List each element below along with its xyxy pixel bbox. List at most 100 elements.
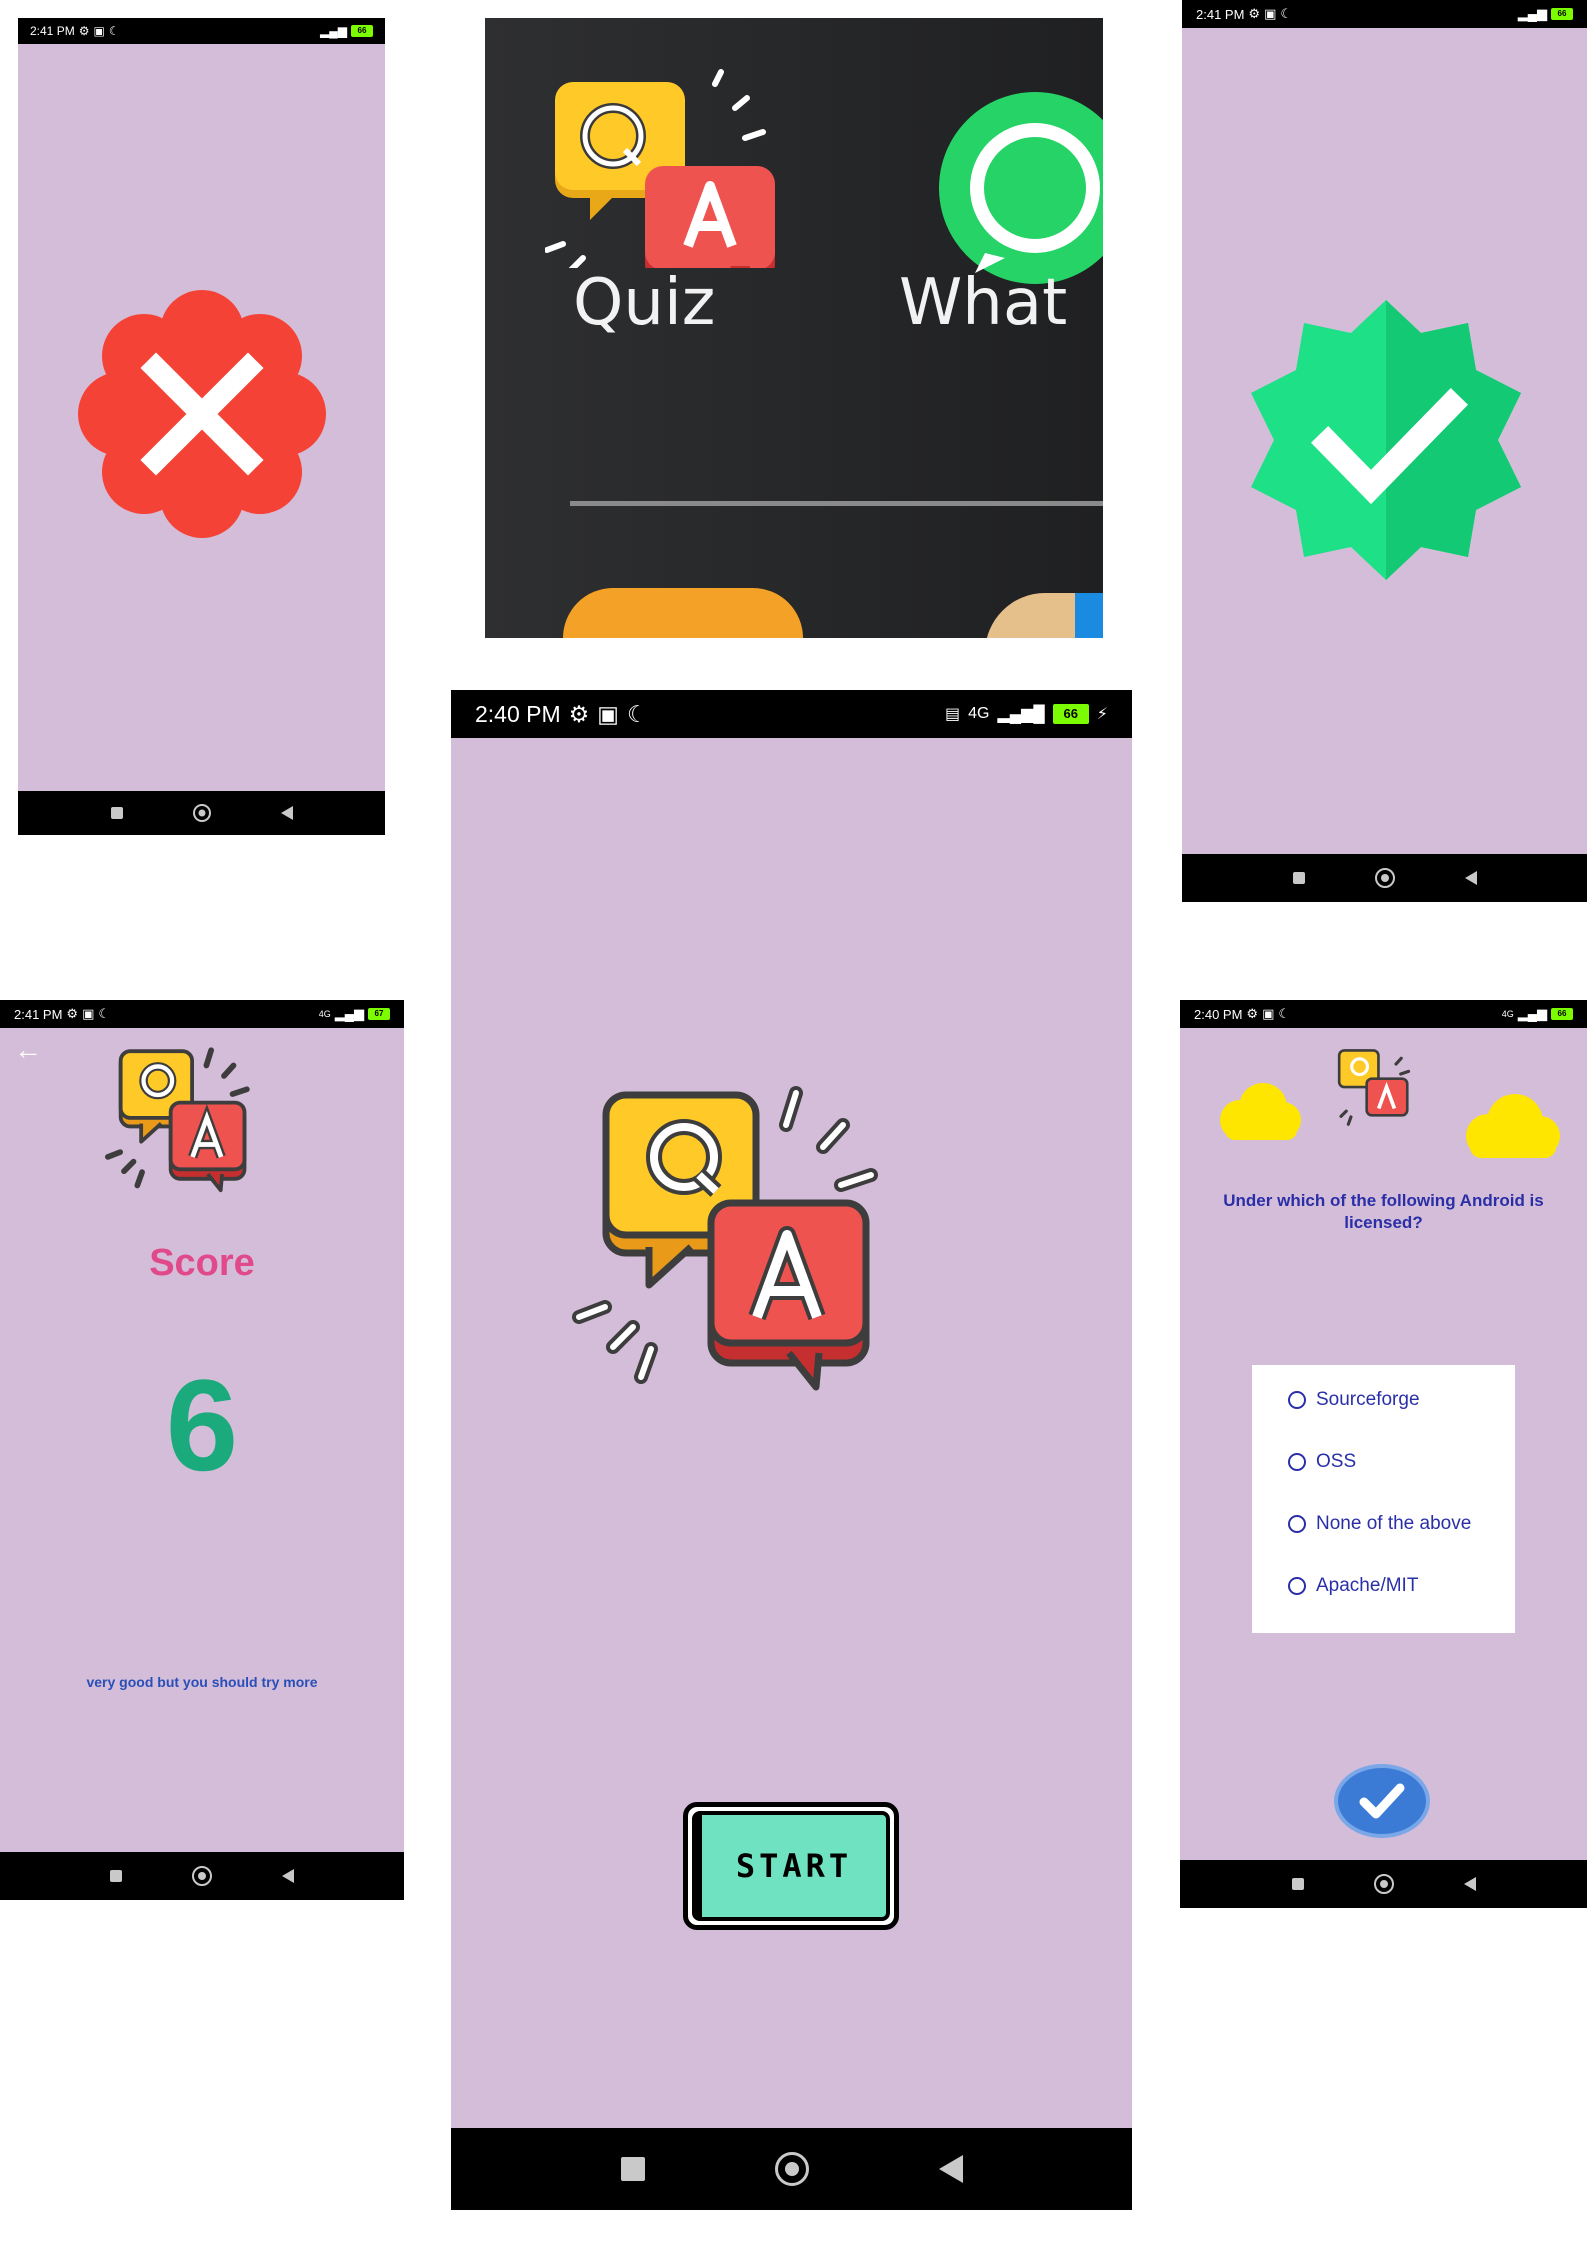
recent-apps-button[interactable]	[110, 807, 123, 819]
status-time: 2:40 PM	[475, 700, 561, 727]
wrong-answer-screen: 2:41 PM ⚙ ▣ ☾ ▂▄▆ 66	[18, 18, 385, 835]
question-screen: 2:40 PM ⚙ ▣ ☾ 4G ▂▄▆ 66 Under which of t…	[1180, 1000, 1587, 1908]
option-item[interactable]: Sourceforge	[1288, 1369, 1515, 1431]
status-time: 2:40 PM	[1194, 1006, 1243, 1022]
youtube-icon: ▣	[82, 1006, 95, 1021]
status-bar: 2:41 PM ⚙ ▣ ☾ ▂▄▆ 66	[1182, 0, 1587, 28]
radio-button[interactable]	[1288, 1577, 1306, 1595]
network-type: 4G	[968, 705, 990, 722]
check-submit-icon	[1359, 1783, 1405, 1819]
volte-icon: ▤	[945, 706, 961, 723]
cloud-left-icon	[1220, 1083, 1301, 1140]
nav-bar	[18, 791, 385, 835]
signal-icon: ▂▄▆█	[997, 706, 1045, 723]
launcher-crop: Quiz What	[485, 18, 1103, 638]
charging-icon: ⚡	[1096, 706, 1108, 723]
quiz-qa-logo	[104, 1047, 250, 1193]
settings-icon: ⚙	[568, 700, 590, 727]
network-type: 4G	[318, 1009, 331, 1019]
app-icon-whatsapp[interactable]: What	[899, 88, 1103, 340]
home-button[interactable]	[1373, 1874, 1394, 1894]
option-label: OSS	[1316, 1451, 1357, 1472]
radio-button[interactable]	[1288, 1391, 1306, 1409]
start-button[interactable]: START	[683, 1802, 899, 1930]
nav-bar	[0, 1852, 404, 1900]
cloud-right-icon	[1466, 1094, 1560, 1158]
score-message: very good but you should try more	[86, 1674, 318, 1690]
recent-apps-button[interactable]	[110, 1870, 122, 1882]
recent-apps-button[interactable]	[620, 2157, 645, 2181]
settings-icon: ⚙	[78, 24, 90, 38]
home-button[interactable]	[774, 2152, 809, 2186]
start-button-face: START	[692, 1811, 890, 1921]
back-button[interactable]	[280, 806, 293, 820]
signal-icon: ▂▄▆	[320, 24, 347, 38]
back-button[interactable]	[938, 2155, 963, 2183]
wrong-answer-x-icon	[78, 290, 326, 538]
start-label: START	[735, 1847, 853, 1885]
signal-icon: ▂▄▆	[1517, 6, 1547, 21]
moon-icon: ☾	[108, 24, 120, 38]
moon-icon: ☾	[627, 700, 648, 727]
recent-apps-button[interactable]	[1291, 1878, 1304, 1890]
submit-button[interactable]	[1338, 1768, 1426, 1834]
moon-icon: ☾	[1278, 1006, 1291, 1021]
settings-icon: ⚙	[1246, 1006, 1259, 1021]
colorful-app-icon[interactable]	[985, 593, 1103, 638]
app-icon-quiz[interactable]: Quiz	[545, 68, 785, 340]
status-time: 2:41 PM	[1196, 6, 1245, 22]
score-screen: 2:41 PM ⚙ ▣ ☾ 4G ▂▄▆ 67 ← Score 6 very g…	[0, 1000, 404, 1900]
youtube-icon: ▣	[597, 700, 620, 727]
orange-app-icon[interactable]	[563, 588, 803, 638]
whatsapp-icon	[939, 92, 1103, 284]
quiz-qa-logo	[572, 1086, 878, 1391]
option-item[interactable]: OSS	[1288, 1431, 1515, 1493]
status-time: 2:41 PM	[30, 24, 75, 38]
quiz-qa-logo	[1337, 1049, 1411, 1126]
battery-indicator: 66	[351, 25, 373, 37]
back-arrow-icon[interactable]: ←	[14, 1034, 42, 1066]
status-time: 2:41 PM	[14, 1006, 63, 1022]
correct-answer-check-icon	[1251, 300, 1521, 580]
back-button[interactable]	[1464, 871, 1477, 885]
option-label: Apache/MIT	[1316, 1575, 1419, 1596]
app-label-quiz: Quiz	[573, 266, 716, 340]
score-title: Score	[149, 1242, 255, 1284]
battery-indicator: 67	[368, 1008, 390, 1020]
moon-icon: ☾	[1280, 6, 1293, 21]
youtube-icon: ▣	[1264, 6, 1277, 21]
nav-bar	[1180, 1860, 1587, 1908]
correct-answer-screen: 2:41 PM ⚙ ▣ ☾ ▂▄▆ 66	[1182, 0, 1587, 902]
options-card: Sourceforge OSS None of the above Apache…	[1252, 1365, 1515, 1633]
back-button[interactable]	[282, 1869, 294, 1883]
option-item[interactable]: Apache/MIT	[1288, 1555, 1515, 1617]
status-bar: 2:41 PM ⚙ ▣ ☾ 4G ▂▄▆ 67	[0, 1000, 404, 1028]
moon-icon: ☾	[98, 1006, 111, 1021]
battery-indicator: 66	[1052, 704, 1089, 724]
network-type: 4G	[1501, 1009, 1514, 1019]
app-label-whatsapp: What	[899, 266, 1068, 340]
home-button[interactable]	[192, 1866, 212, 1886]
status-bar: 2:41 PM ⚙ ▣ ☾ ▂▄▆ 66	[18, 18, 385, 44]
signal-icon: ▂▄▆	[1517, 1006, 1547, 1021]
settings-icon: ⚙	[1248, 6, 1261, 21]
nav-bar	[451, 2128, 1132, 2210]
splash-screen: 2:40 PM ⚙ ▣ ☾ ▤ 4G ▂▄▆█ 66 ⚡ START	[451, 690, 1132, 2210]
battery-indicator: 66	[1551, 1008, 1573, 1020]
radio-button[interactable]	[1288, 1515, 1306, 1533]
recent-apps-button[interactable]	[1292, 872, 1305, 884]
battery-indicator: 66	[1551, 8, 1573, 20]
signal-icon: ▂▄▆	[334, 1006, 364, 1021]
home-button[interactable]	[192, 804, 211, 822]
back-button[interactable]	[1463, 1877, 1476, 1891]
option-item[interactable]: None of the above	[1288, 1493, 1515, 1555]
status-bar: 2:40 PM ⚙ ▣ ☾ 4G ▂▄▆ 66	[1180, 1000, 1587, 1028]
settings-icon: ⚙	[66, 1006, 79, 1021]
radio-button[interactable]	[1288, 1453, 1306, 1471]
youtube-icon: ▣	[1262, 1006, 1275, 1021]
question-text: Under which of the following Android is …	[1223, 1191, 1544, 1232]
home-button[interactable]	[1374, 868, 1395, 888]
nav-bar	[1182, 854, 1587, 902]
status-bar: 2:40 PM ⚙ ▣ ☾ ▤ 4G ▂▄▆█ 66 ⚡	[451, 690, 1132, 738]
quiz-qa-icon	[545, 69, 775, 268]
